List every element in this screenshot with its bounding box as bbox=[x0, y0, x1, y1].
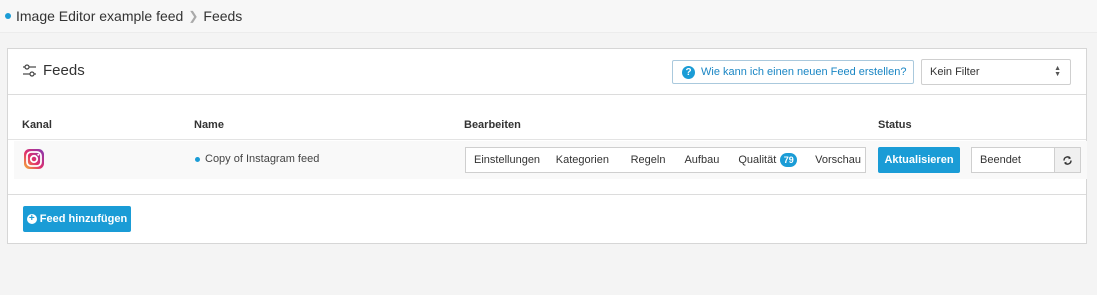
refresh-button[interactable] bbox=[1054, 147, 1081, 173]
add-feed-button[interactable]: + Feed hinzufügen bbox=[23, 206, 131, 232]
filter-select-value: Kein Filter bbox=[930, 66, 980, 78]
column-header-name: Name bbox=[194, 119, 224, 131]
column-header-status: Status bbox=[878, 119, 912, 131]
column-header-kanal: Kanal bbox=[22, 119, 52, 131]
tab-qualitaet[interactable]: Qualität 79 bbox=[724, 153, 802, 167]
plus-circle-icon: + bbox=[26, 214, 37, 224]
panel-header: Feeds ? Wie kann ich einen neuen Feed er… bbox=[8, 49, 1086, 95]
status-dot-icon bbox=[195, 156, 200, 162]
tab-qualitaet-label: Qualität bbox=[738, 154, 777, 166]
tab-einstellungen[interactable]: Einstellungen bbox=[466, 154, 548, 166]
chevron-right-icon: ❯ bbox=[188, 9, 199, 23]
refresh-icon bbox=[1063, 155, 1072, 165]
divider bbox=[8, 194, 1086, 195]
feed-name[interactable]: Copy of Instagram feed bbox=[195, 153, 319, 165]
help-button[interactable]: ? Wie kann ich einen neuen Feed erstelle… bbox=[672, 60, 914, 84]
add-feed-label: Feed hinzufügen bbox=[39, 213, 128, 225]
tab-regeln[interactable]: Regeln bbox=[619, 154, 672, 166]
status-field: Beendet bbox=[971, 147, 1055, 173]
sliders-icon bbox=[23, 64, 36, 77]
breadcrumb-item-feed[interactable]: Image Editor example feed bbox=[16, 8, 183, 24]
filter-select[interactable]: Kein Filter ▲ ▼ bbox=[921, 59, 1071, 85]
tab-aufbau[interactable]: Aufbau bbox=[671, 154, 724, 166]
column-header-bearbeiten: Bearbeiten bbox=[464, 119, 521, 131]
table-header: Kanal Name Bearbeiten Status bbox=[8, 96, 1086, 140]
select-caret-icon: ▲ ▼ bbox=[1054, 65, 1061, 78]
page-title-label: Feeds bbox=[43, 62, 85, 79]
quality-score-badge: 79 bbox=[780, 153, 798, 167]
table-row: Copy of Instagram feed Einstellungen Kat… bbox=[14, 141, 1087, 179]
help-button-label: Wie kann ich einen neuen Feed erstellen? bbox=[701, 66, 907, 78]
instagram-icon bbox=[24, 149, 44, 169]
update-button[interactable]: Aktualisieren bbox=[878, 147, 960, 173]
breadcrumb-item-feeds: Feeds bbox=[203, 8, 243, 24]
page-title: Feeds bbox=[22, 62, 85, 79]
breadcrumb: Image Editor example feed ❯ Feeds bbox=[0, 0, 1097, 33]
tab-vorschau[interactable]: Vorschau bbox=[802, 154, 865, 166]
question-circle-icon: ? bbox=[682, 65, 695, 79]
feed-name-label: Copy of Instagram feed bbox=[205, 153, 320, 165]
feeds-panel: Feeds ? Wie kann ich einen neuen Feed er… bbox=[7, 48, 1087, 244]
breadcrumb-dot-icon bbox=[5, 13, 11, 19]
edit-tab-group: Einstellungen Kategorien Regeln Aufbau Q… bbox=[465, 147, 866, 173]
tab-kategorien[interactable]: Kategorien bbox=[548, 154, 619, 166]
